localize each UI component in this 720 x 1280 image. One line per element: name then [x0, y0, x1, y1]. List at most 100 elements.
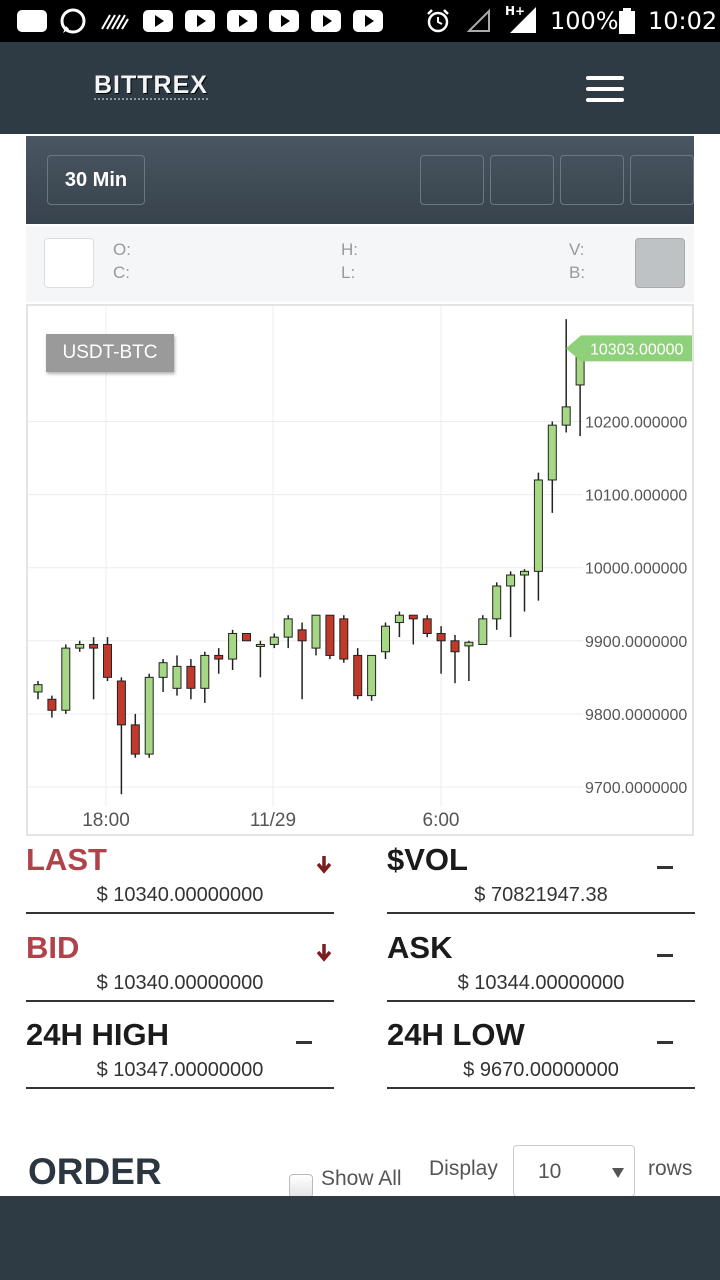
dash-icon	[296, 1041, 312, 1044]
high-label: H:	[341, 240, 358, 259]
chart-toolbar: 30 Min	[26, 136, 694, 224]
y-tick-label: 9900.0000000	[585, 634, 687, 651]
candle-body	[367, 654, 377, 697]
candle-body	[200, 654, 210, 689]
youtube-icon	[227, 10, 257, 32]
candle-body	[130, 724, 140, 755]
battery-percent: 100%	[550, 7, 619, 35]
candle-body	[506, 574, 516, 587]
x-tick-label: 18:00	[82, 810, 130, 831]
ohlc-info-row: O: C: H: L: V: B:	[26, 226, 694, 302]
chart-tool-button[interactable]	[630, 155, 694, 205]
y-tick-label: 10000.000000	[585, 561, 687, 578]
bottom-bar	[0, 1196, 720, 1280]
chat-notification-icon	[17, 10, 47, 32]
stat-24h-low: 24H LOW $ 9670.00000000	[387, 1017, 695, 1089]
candle-body	[228, 632, 238, 660]
candle-body	[381, 625, 390, 653]
y-tick-label: 10100.000000	[585, 488, 687, 505]
stat-ask: ASK $ 10344.00000000	[387, 930, 695, 1002]
candle-body	[311, 614, 321, 649]
chart-tool-button[interactable]	[420, 155, 484, 205]
candlestick-chart[interactable]: 10200.000000 10100.000000 10000.000000 9900…	[28, 306, 694, 836]
price-chart[interactable]: 10200.000000 10100.000000 10000.000000 9900…	[26, 304, 694, 836]
signal-wave-icon	[100, 9, 130, 33]
x-tick-label: 11/29	[250, 810, 296, 831]
candle-body	[325, 614, 335, 656]
candle-body	[408, 614, 418, 620]
candle-body	[283, 618, 293, 638]
candle-body	[297, 629, 307, 642]
display-label: Display	[429, 1157, 498, 1180]
candle-body	[464, 641, 474, 647]
y-tick-label: 9700.0000000	[585, 780, 687, 797]
candle-body	[158, 662, 168, 678]
candle-body	[436, 632, 446, 642]
candle-body	[33, 684, 43, 693]
stat-label: 24H HIGH	[26, 1017, 169, 1052]
base-label: B:	[569, 263, 586, 282]
dash-icon	[657, 954, 673, 957]
x-tick-label: 6:00	[423, 810, 460, 831]
candle-body	[144, 676, 154, 755]
down-color-swatch[interactable]	[635, 238, 685, 288]
stat-bid: BID $ 10340.00000000	[26, 930, 334, 1002]
candle-body	[214, 654, 224, 660]
bittrex-logo[interactable]: BITTREX	[94, 72, 208, 100]
candle-body	[533, 479, 543, 572]
alarm-icon	[424, 9, 452, 33]
network-type: H+	[505, 4, 526, 18]
candle-body	[394, 614, 404, 624]
candle-body	[547, 424, 557, 481]
candle-body	[103, 643, 112, 678]
interval-button[interactable]: 30 Min	[47, 155, 145, 205]
candle-body	[186, 665, 196, 689]
candle-body	[61, 647, 71, 711]
stat-label: ASK	[387, 930, 453, 965]
candle-body	[47, 698, 57, 711]
youtube-icon	[185, 10, 215, 32]
candle-body	[561, 406, 571, 426]
last-price-label: 10303.00000	[590, 341, 684, 358]
dash-icon	[657, 866, 673, 869]
stat-label: BID	[26, 930, 80, 965]
pair-badge: USDT-BTC	[46, 334, 174, 372]
status-bar: H+ 100% 10:02	[0, 0, 720, 42]
candle-body	[116, 680, 126, 726]
stat-label: 24H LOW	[387, 1017, 525, 1052]
rows-label: rows	[648, 1157, 693, 1180]
up-color-swatch[interactable]	[44, 238, 94, 288]
hamburger-menu-icon[interactable]	[582, 72, 630, 108]
candle-body	[478, 618, 488, 645]
volume-label: V:	[569, 240, 585, 259]
whatsapp-icon	[58, 8, 88, 34]
candle-body	[242, 632, 251, 642]
candle-body	[255, 643, 265, 647]
stat-volume: $VOL $ 70821947.38	[387, 842, 695, 914]
candle-body	[492, 585, 502, 620]
chart-tool-button[interactable]	[490, 155, 554, 205]
stat-value: $ 10340.00000000	[96, 972, 264, 994]
stat-last: LAST $ 10340.00000000	[26, 842, 334, 914]
chart-tool-button[interactable]	[560, 155, 624, 205]
show-all-label[interactable]: Show All	[321, 1166, 402, 1192]
stat-label: LAST	[26, 842, 107, 877]
candle-body	[339, 618, 349, 660]
stat-value: $ 70821947.38	[474, 884, 608, 906]
arrow-down-icon	[316, 944, 332, 962]
youtube-icon	[311, 10, 341, 32]
close-label: C:	[113, 263, 130, 282]
chevron-down-icon	[612, 1168, 624, 1178]
y-tick-label: 10200.000000	[585, 414, 687, 431]
rows-per-page-select[interactable]: 10	[513, 1145, 635, 1197]
clock: 10:02	[648, 7, 718, 35]
battery-icon	[617, 8, 637, 34]
stat-label: $VOL	[387, 842, 468, 877]
stat-value: $ 10340.00000000	[96, 884, 264, 906]
show-all-checkbox[interactable]	[289, 1174, 313, 1198]
stat-value: $ 10344.00000000	[457, 972, 625, 994]
y-tick-label: 9800.0000000	[585, 707, 687, 724]
order-section-title: ORDER	[28, 1151, 162, 1192]
candle-body	[269, 636, 279, 645]
youtube-icon	[353, 10, 383, 32]
